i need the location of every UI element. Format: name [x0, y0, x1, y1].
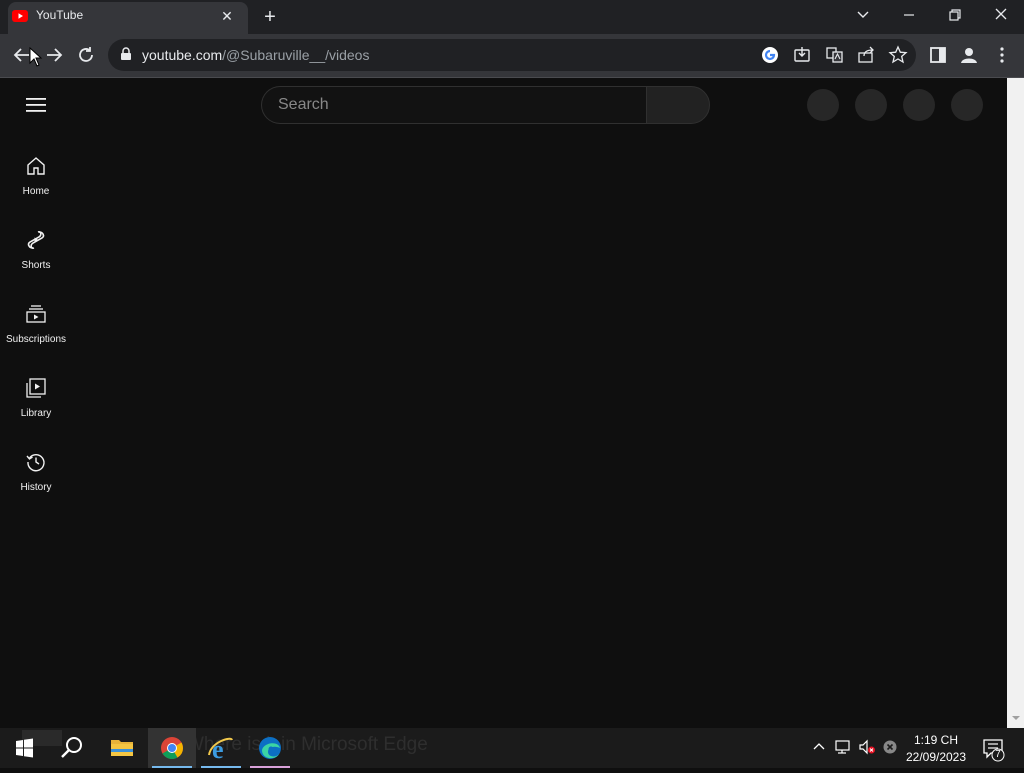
lock-icon[interactable]: [120, 47, 132, 61]
share-icon[interactable]: [855, 44, 877, 66]
taskbar-internet-explorer[interactable]: e: [197, 728, 245, 768]
tab-search-icon[interactable]: [850, 4, 876, 26]
more-menu-icon[interactable]: [991, 44, 1013, 66]
close-window-icon[interactable]: [988, 4, 1014, 26]
taskbar-search-button[interactable]: [48, 728, 96, 768]
edge-icon: [259, 737, 281, 759]
tab-close-icon[interactable]: ✕: [218, 7, 236, 25]
minimize-icon[interactable]: [896, 4, 922, 26]
svg-text:e: e: [212, 735, 224, 764]
new-tab-button[interactable]: +: [258, 5, 282, 29]
nav-label-library: Library: [20, 408, 52, 419]
side-panel-icon[interactable]: [927, 44, 949, 66]
subscriptions-icon: [26, 305, 46, 323]
clock-date: 22/09/2023: [905, 750, 967, 764]
placeholder-avatar[interactable]: [951, 89, 983, 121]
volume-muted-icon[interactable]: [858, 738, 876, 756]
nav-item-subscriptions[interactable]: Subscriptions: [0, 303, 72, 369]
nav-label-home: Home: [22, 186, 50, 197]
url-domain: youtube.com: [142, 47, 223, 63]
forward-arrow-icon[interactable]: [41, 42, 67, 68]
file-explorer-icon: [111, 740, 133, 756]
url-path: /@Subaruville__/videos: [222, 47, 370, 63]
history-icon: [26, 454, 45, 472]
bookmark-star-icon[interactable]: [887, 44, 909, 66]
notifications-icon: [983, 739, 1005, 762]
taskbar-clock[interactable]: 1:19 CH 22/09/2023: [900, 732, 972, 766]
google-lens-icon[interactable]: [759, 44, 781, 66]
taskbar-file-explorer[interactable]: [98, 728, 146, 768]
windows-logo-icon: [16, 738, 33, 758]
home-icon: [27, 157, 45, 175]
youtube-page: [0, 78, 1007, 728]
search-button[interactable]: [646, 86, 710, 124]
install-app-icon[interactable]: [791, 44, 813, 66]
tray-close-circle-icon[interactable]: [881, 738, 899, 756]
nav-item-shorts[interactable]: Shorts: [0, 229, 72, 295]
nav-item-library[interactable]: Library: [0, 377, 72, 443]
nav-item-home[interactable]: Home: [0, 155, 72, 221]
search-placeholder: Search: [278, 96, 329, 113]
youtube-favicon-icon: [12, 10, 28, 22]
network-icon[interactable]: [834, 738, 852, 756]
library-icon: [26, 378, 46, 398]
nav-label-history: History: [20, 482, 52, 493]
nav-label-shorts: Shorts: [21, 260, 51, 271]
tray-chevron-up-icon[interactable]: [810, 738, 828, 756]
nav-item-history[interactable]: History: [0, 451, 72, 517]
reload-icon[interactable]: [73, 42, 99, 68]
taskbar-edge[interactable]: [246, 728, 294, 768]
action-center-button[interactable]: 7: [978, 728, 1018, 768]
placeholder-icon-2[interactable]: [855, 89, 887, 121]
scroll-down-arrow-icon[interactable]: [1009, 712, 1023, 724]
shorts-icon: [27, 231, 45, 249]
taskbar-chrome[interactable]: [148, 728, 196, 768]
tab-title: YouTube: [36, 8, 84, 22]
url-text[interactable]: youtube.com/@Subaruville__/videos: [142, 47, 369, 63]
clock-time: 1:19 CH: [913, 733, 959, 747]
profile-icon[interactable]: [958, 44, 980, 66]
search-icon: [61, 737, 82, 758]
hamburger-menu-icon[interactable]: [24, 95, 48, 115]
translate-icon[interactable]: [823, 44, 845, 66]
internet-explorer-icon: e: [208, 735, 233, 764]
notification-count-badge: 7: [995, 749, 1001, 760]
restore-icon[interactable]: [942, 4, 968, 26]
start-button[interactable]: [0, 728, 48, 768]
nav-label-subscriptions: Subscriptions: [5, 334, 67, 345]
mouse-cursor-icon: [29, 46, 43, 67]
placeholder-icon-3[interactable]: [903, 89, 935, 121]
page-scrollbar[interactable]: [1007, 78, 1024, 728]
chrome-icon: [161, 737, 183, 759]
placeholder-icon-1[interactable]: [807, 89, 839, 121]
